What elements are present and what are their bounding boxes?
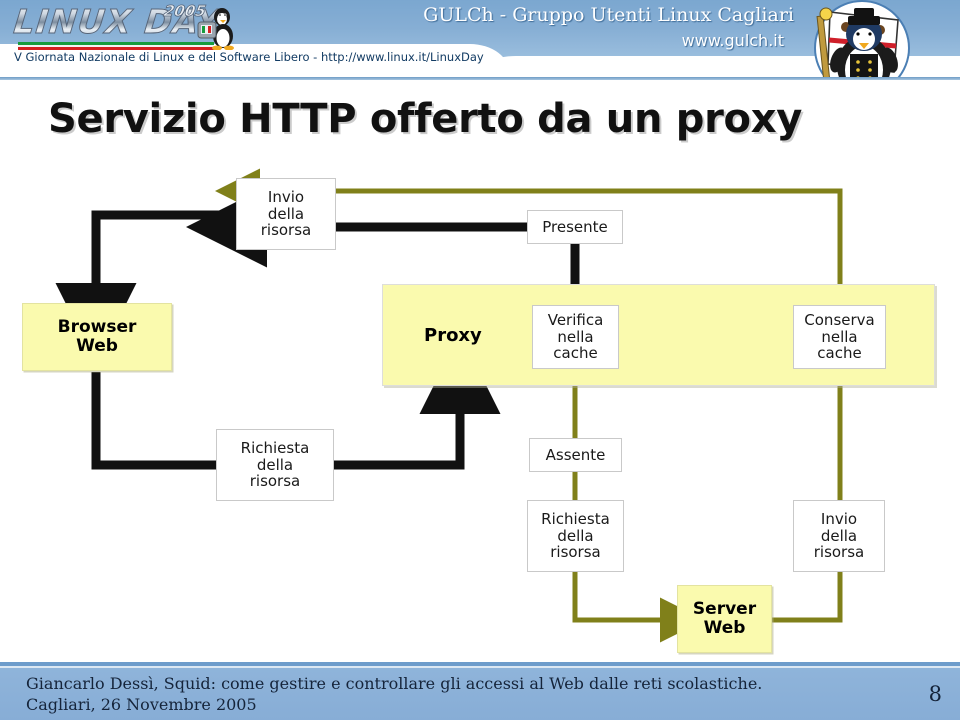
label-richiesta-della-risorsa-left: Richiesta della risorsa: [216, 429, 334, 501]
label-verifica-nella-cache: Verifica nella cache: [532, 305, 619, 369]
gulch-title: GULCh - Gruppo Utenti Linux Cagliari: [423, 4, 794, 26]
label-invio-della-risorsa-bottom: Invio della risorsa: [793, 500, 885, 572]
proxy-flow-diagram: Proxy Browser Web Server Web Invio della…: [0, 160, 960, 660]
label-presente: Presente: [527, 210, 623, 244]
diagram-connectors: [55, 168, 843, 643]
tux-penguin-icon: [197, 8, 234, 50]
label-invio-della-risorsa-top: Invio della risorsa: [236, 178, 336, 250]
node-server-web: Server Web: [677, 585, 772, 653]
slide-footer: Giancarlo Dessì, Squid: come gestire e c…: [0, 662, 960, 720]
footer-credit-line1: Giancarlo Dessì, Squid: come gestire e c…: [26, 674, 763, 693]
gulch-url: www.gulch.it: [681, 31, 784, 50]
label-richiesta-della-risorsa-bottom: Richiesta della risorsa: [527, 500, 624, 572]
footer-credit-line2: Cagliari, 26 Novembre 2005: [26, 694, 257, 714]
page-number: 8: [928, 682, 942, 706]
label-assente: Assente: [529, 438, 622, 472]
footer-credit: Giancarlo Dessì, Squid: come gestire e c…: [26, 674, 866, 716]
italian-flag-stripes: [18, 42, 214, 50]
black-flow-invio-to-browser: [55, 210, 233, 364]
header-banner: LINUX DAY 2005 V Giornata Nazionale di L…: [0, 0, 960, 80]
banner-bottom-rule: [0, 77, 960, 80]
proxy-label: Proxy: [424, 325, 482, 346]
linux-day-logo: LINUX DAY 2005: [11, 2, 224, 50]
banner-subline: V Giornata Nazionale di Linux e del Soft…: [14, 50, 484, 64]
sardinian-tux-mascot-icon: [814, 0, 910, 80]
label-conserva-nella-cache: Conserva nella cache: [793, 305, 886, 369]
page-title: Servizio HTTP offerto da un proxy: [48, 96, 802, 142]
node-browser-web: Browser Web: [22, 303, 172, 371]
